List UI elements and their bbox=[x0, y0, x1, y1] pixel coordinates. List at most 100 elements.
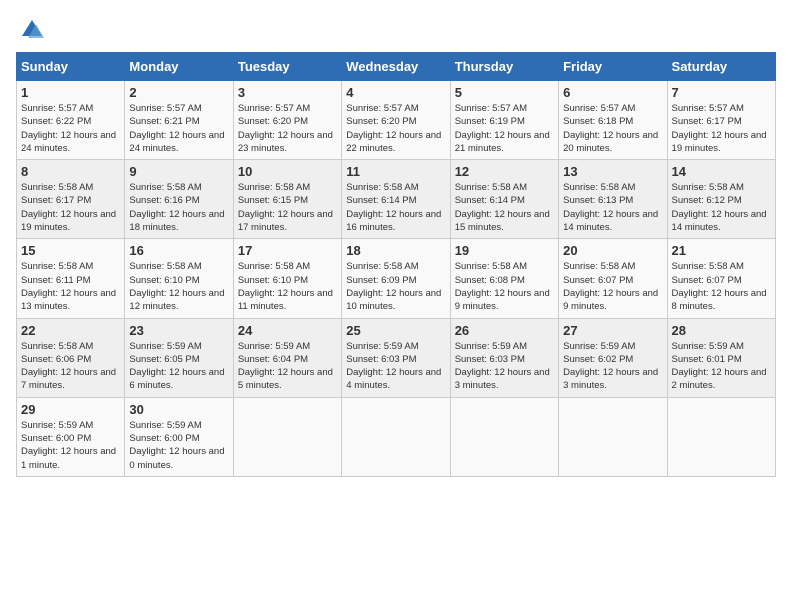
logo-icon bbox=[18, 16, 46, 44]
calendar-cell: 12 Sunrise: 5:58 AMSunset: 6:14 PMDayligh… bbox=[450, 160, 558, 239]
day-number: 20 bbox=[563, 243, 662, 258]
day-number: 22 bbox=[21, 323, 120, 338]
day-info: Sunrise: 5:57 AMSunset: 6:21 PMDaylight:… bbox=[129, 102, 228, 155]
day-number: 29 bbox=[21, 402, 120, 417]
day-info: Sunrise: 5:59 AMSunset: 6:02 PMDaylight:… bbox=[563, 340, 662, 393]
calendar-cell: 15Sunrise: 5:58 AMSunset: 6:11 PMDayligh… bbox=[17, 239, 125, 318]
day-info: Sunrise: 5:58 AMSunset: 6:10 PMDaylight:… bbox=[238, 260, 337, 313]
day-info: Sunrise: 5:57 AMSunset: 6:22 PMDaylight:… bbox=[21, 102, 120, 155]
day-info: Sunrise: 5:58 AMSunset: 6:10 PMDaylight:… bbox=[129, 260, 228, 313]
calendar-cell: 28Sunrise: 5:59 AMSunset: 6:01 PMDayligh… bbox=[667, 318, 775, 397]
day-info: Sunrise: 5:58 AMSunset: 6:17 PMDaylight:… bbox=[21, 181, 120, 234]
calendar-cell bbox=[559, 397, 667, 476]
day-number: 23 bbox=[129, 323, 228, 338]
day-info: Sunrise: 5:58 AMSunset: 6:13 PMDaylight:… bbox=[563, 181, 662, 234]
calendar-cell: 6 Sunrise: 5:57 AMSunset: 6:18 PMDaylight… bbox=[559, 81, 667, 160]
calendar-cell: 9Sunrise: 5:58 AMSunset: 6:16 PMDaylight… bbox=[125, 160, 233, 239]
day-info: Sunrise: 5:58 AMSunset: 6:16 PMDaylight:… bbox=[129, 181, 228, 234]
day-info: Sunrise: 5:59 AMSunset: 6:00 PMDaylight:… bbox=[21, 419, 120, 472]
col-header-thursday: Thursday bbox=[450, 53, 558, 81]
calendar-cell: 29 Sunrise: 5:59 AMSunset: 6:00 PMDayligh… bbox=[17, 397, 125, 476]
day-info: Sunrise: 5:59 AMSunset: 6:03 PMDaylight:… bbox=[455, 340, 554, 393]
day-info: Sunrise: 5:57 AMSunset: 6:20 PMDaylight:… bbox=[238, 102, 337, 155]
day-number: 27 bbox=[563, 323, 662, 338]
calendar-cell: 5 Sunrise: 5:57 AMSunset: 6:19 PMDaylight… bbox=[450, 81, 558, 160]
day-number: 19 bbox=[455, 243, 554, 258]
day-number: 6 bbox=[563, 85, 662, 100]
calendar-cell: 18 Sunrise: 5:58 AMSunset: 6:09 PMDayligh… bbox=[342, 239, 450, 318]
day-info: Sunrise: 5:58 AMSunset: 6:14 PMDaylight:… bbox=[455, 181, 554, 234]
day-number: 4 bbox=[346, 85, 445, 100]
week-row-1: 1 Sunrise: 5:57 AMSunset: 6:22 PMDaylight… bbox=[17, 81, 776, 160]
page-header bbox=[16, 16, 776, 44]
calendar-cell: 26Sunrise: 5:59 AMSunset: 6:03 PMDayligh… bbox=[450, 318, 558, 397]
day-number: 12 bbox=[455, 164, 554, 179]
day-info: Sunrise: 5:58 AMSunset: 6:14 PMDaylight:… bbox=[346, 181, 445, 234]
day-number: 2 bbox=[129, 85, 228, 100]
col-header-tuesday: Tuesday bbox=[233, 53, 341, 81]
calendar-cell: 22Sunrise: 5:58 AMSunset: 6:06 PMDayligh… bbox=[17, 318, 125, 397]
calendar-cell: 19 Sunrise: 5:58 AMSunset: 6:08 PMDayligh… bbox=[450, 239, 558, 318]
calendar-header-row: SundayMondayTuesdayWednesdayThursdayFrid… bbox=[17, 53, 776, 81]
calendar-cell: 24 Sunrise: 5:59 AMSunset: 6:04 PMDayligh… bbox=[233, 318, 341, 397]
week-row-3: 15Sunrise: 5:58 AMSunset: 6:11 PMDayligh… bbox=[17, 239, 776, 318]
day-info: Sunrise: 5:59 AMSunset: 6:05 PMDaylight:… bbox=[129, 340, 228, 393]
day-info: Sunrise: 5:57 AMSunset: 6:19 PMDaylight:… bbox=[455, 102, 554, 155]
col-header-friday: Friday bbox=[559, 53, 667, 81]
col-header-monday: Monday bbox=[125, 53, 233, 81]
day-number: 25 bbox=[346, 323, 445, 338]
day-info: Sunrise: 5:57 AMSunset: 6:17 PMDaylight:… bbox=[672, 102, 771, 155]
day-number: 5 bbox=[455, 85, 554, 100]
day-number: 1 bbox=[21, 85, 120, 100]
day-number: 24 bbox=[238, 323, 337, 338]
calendar-cell: 13 Sunrise: 5:58 AMSunset: 6:13 PMDayligh… bbox=[559, 160, 667, 239]
day-info: Sunrise: 5:58 AMSunset: 6:11 PMDaylight:… bbox=[21, 260, 120, 313]
day-number: 18 bbox=[346, 243, 445, 258]
week-row-5: 29 Sunrise: 5:59 AMSunset: 6:00 PMDayligh… bbox=[17, 397, 776, 476]
calendar-cell: 3 Sunrise: 5:57 AMSunset: 6:20 PMDaylight… bbox=[233, 81, 341, 160]
day-number: 13 bbox=[563, 164, 662, 179]
day-info: Sunrise: 5:58 AMSunset: 6:15 PMDaylight:… bbox=[238, 181, 337, 234]
calendar-cell: 25 Sunrise: 5:59 AMSunset: 6:03 PMDayligh… bbox=[342, 318, 450, 397]
day-info: Sunrise: 5:58 AMSunset: 6:08 PMDaylight:… bbox=[455, 260, 554, 313]
calendar-cell: 1 Sunrise: 5:57 AMSunset: 6:22 PMDaylight… bbox=[17, 81, 125, 160]
day-number: 14 bbox=[672, 164, 771, 179]
logo bbox=[16, 16, 46, 44]
day-info: Sunrise: 5:58 AMSunset: 6:12 PMDaylight:… bbox=[672, 181, 771, 234]
calendar-cell: 14 Sunrise: 5:58 AMSunset: 6:12 PMDayligh… bbox=[667, 160, 775, 239]
col-header-sunday: Sunday bbox=[17, 53, 125, 81]
day-info: Sunrise: 5:57 AMSunset: 6:18 PMDaylight:… bbox=[563, 102, 662, 155]
calendar-body: 1 Sunrise: 5:57 AMSunset: 6:22 PMDaylight… bbox=[17, 81, 776, 477]
day-info: Sunrise: 5:59 AMSunset: 6:00 PMDaylight:… bbox=[129, 419, 228, 472]
day-number: 17 bbox=[238, 243, 337, 258]
calendar-cell: 21Sunrise: 5:58 AMSunset: 6:07 PMDayligh… bbox=[667, 239, 775, 318]
col-header-saturday: Saturday bbox=[667, 53, 775, 81]
calendar-cell: 7 Sunrise: 5:57 AMSunset: 6:17 PMDaylight… bbox=[667, 81, 775, 160]
day-number: 10 bbox=[238, 164, 337, 179]
col-header-wednesday: Wednesday bbox=[342, 53, 450, 81]
day-info: Sunrise: 5:58 AMSunset: 6:09 PMDaylight:… bbox=[346, 260, 445, 313]
calendar-cell: 17 Sunrise: 5:58 AMSunset: 6:10 PMDayligh… bbox=[233, 239, 341, 318]
calendar-cell bbox=[450, 397, 558, 476]
week-row-4: 22Sunrise: 5:58 AMSunset: 6:06 PMDayligh… bbox=[17, 318, 776, 397]
calendar-cell bbox=[342, 397, 450, 476]
day-info: Sunrise: 5:59 AMSunset: 6:04 PMDaylight:… bbox=[238, 340, 337, 393]
day-info: Sunrise: 5:59 AMSunset: 6:03 PMDaylight:… bbox=[346, 340, 445, 393]
calendar-cell: 20Sunrise: 5:58 AMSunset: 6:07 PMDayligh… bbox=[559, 239, 667, 318]
calendar-table: SundayMondayTuesdayWednesdayThursdayFrid… bbox=[16, 52, 776, 477]
calendar-cell: 10 Sunrise: 5:58 AMSunset: 6:15 PMDayligh… bbox=[233, 160, 341, 239]
day-number: 16 bbox=[129, 243, 228, 258]
day-number: 30 bbox=[129, 402, 228, 417]
calendar-cell: 8 Sunrise: 5:58 AMSunset: 6:17 PMDaylight… bbox=[17, 160, 125, 239]
day-number: 3 bbox=[238, 85, 337, 100]
calendar-cell bbox=[667, 397, 775, 476]
day-info: Sunrise: 5:59 AMSunset: 6:01 PMDaylight:… bbox=[672, 340, 771, 393]
day-number: 7 bbox=[672, 85, 771, 100]
day-number: 8 bbox=[21, 164, 120, 179]
day-number: 11 bbox=[346, 164, 445, 179]
calendar-cell: 2 Sunrise: 5:57 AMSunset: 6:21 PMDaylight… bbox=[125, 81, 233, 160]
day-info: Sunrise: 5:57 AMSunset: 6:20 PMDaylight:… bbox=[346, 102, 445, 155]
calendar-cell bbox=[233, 397, 341, 476]
day-info: Sunrise: 5:58 AMSunset: 6:07 PMDaylight:… bbox=[672, 260, 771, 313]
calendar-cell: 11 Sunrise: 5:58 AMSunset: 6:14 PMDayligh… bbox=[342, 160, 450, 239]
